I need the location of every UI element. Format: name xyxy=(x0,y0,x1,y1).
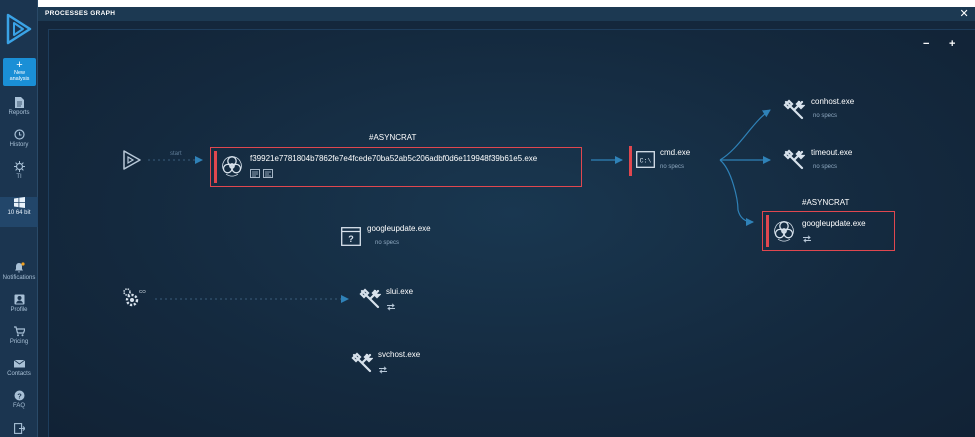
cmd-process-name: cmd.exe xyxy=(660,148,691,157)
sidebar-item-faq[interactable]: ? FAQ xyxy=(0,390,38,418)
googleupdate-process-name: googleupdate.exe xyxy=(802,219,866,228)
googleupdate-noinfo-process-name: googleupdate.exe xyxy=(367,224,431,233)
unknown-window-icon[interactable]: ? xyxy=(341,227,361,246)
start-edge-label: start xyxy=(170,151,182,157)
new-analysis-label-line2: analysis xyxy=(9,76,30,82)
windows-icon xyxy=(13,197,25,208)
anyrun-logo-icon[interactable] xyxy=(4,12,34,46)
tools-icon[interactable] xyxy=(783,149,805,171)
main-process-name: f39921e7781804b7862fe7e4fcede70ba52ab5c2… xyxy=(250,154,538,163)
sidebar-item-label: History xyxy=(9,142,29,148)
sidebar-item-label: Reports xyxy=(8,110,30,116)
googleupdate-noinfo-process-specs: no specs xyxy=(375,240,400,246)
sidebar-item-notifications[interactable]: Notifications xyxy=(0,262,38,290)
sidebar-item-label: FAQ xyxy=(12,403,25,409)
main-process-node[interactable] xyxy=(210,147,582,187)
network-arrows-icon xyxy=(379,366,387,374)
network-arrows-icon xyxy=(803,235,811,243)
process-specs-icons xyxy=(250,169,273,178)
main-process-tag: #ASYNCRAT xyxy=(369,133,417,142)
sidebar-item-label: Notifications xyxy=(2,275,36,281)
cart-icon xyxy=(13,326,25,337)
zoom-in-button[interactable]: + xyxy=(949,38,955,50)
cmd-process-specs: no specs xyxy=(660,164,685,170)
sidebar-item-contacts[interactable]: Contacts xyxy=(0,358,38,386)
timeout-process-name: timeout.exe xyxy=(811,148,853,157)
close-icon[interactable]: ✕ xyxy=(959,8,969,20)
sidebar-item-pricing[interactable]: Pricing xyxy=(0,326,38,354)
history-icon xyxy=(13,129,25,140)
terminal-icon[interactable]: C:\ xyxy=(636,151,655,168)
sidebar-item-profile[interactable]: Profile xyxy=(0,294,38,322)
service-gears-icon[interactable]: COM xyxy=(122,287,146,309)
tools-icon[interactable] xyxy=(783,99,805,121)
svg-text:COM: COM xyxy=(139,289,146,294)
sidebar-item-label: TI xyxy=(16,174,22,180)
timeout-process-specs: no specs xyxy=(813,164,838,170)
bell-icon xyxy=(14,262,25,273)
network-arrows-icon xyxy=(387,303,395,311)
sidebar-item-os[interactable]: 10 64 bit xyxy=(0,197,38,227)
page-title: PROCESSES GRAPH xyxy=(45,10,116,17)
graph-header: PROCESSES GRAPH ✕ xyxy=(38,7,975,21)
tools-icon[interactable] xyxy=(351,352,373,374)
sidebar-item-reports[interactable]: Reports xyxy=(0,97,38,125)
sidebar-item-ti[interactable]: TI xyxy=(0,161,38,189)
biohazard-icon xyxy=(774,221,794,242)
sidebar-item-label: Pricing xyxy=(9,339,29,345)
document-icon xyxy=(15,97,24,108)
svchost-process-name: svchost.exe xyxy=(378,350,421,359)
conhost-process-specs: no specs xyxy=(813,113,838,119)
sidebar-item-logout[interactable] xyxy=(0,423,38,437)
svg-text:C:\: C:\ xyxy=(640,157,652,164)
slui-process-name: slui.exe xyxy=(386,287,414,296)
svg-text:?: ? xyxy=(17,391,22,400)
tools-icon[interactable] xyxy=(359,288,381,310)
question-icon: ? xyxy=(14,390,24,401)
threat-indicator-bar xyxy=(214,151,217,183)
threat-indicator-bar xyxy=(766,215,769,247)
logout-icon xyxy=(13,423,25,434)
biohazard-icon xyxy=(222,156,242,177)
new-analysis-button[interactable]: + New analysis xyxy=(3,58,36,86)
conhost-process-name: conhost.exe xyxy=(811,97,855,106)
sidebar-item-label: 10 64 bit xyxy=(7,210,31,216)
svg-text:?: ? xyxy=(348,234,354,244)
sidebar-item-label: Contacts xyxy=(7,371,31,377)
threat-indicator-bar xyxy=(629,146,632,176)
sidebar-item-label: Profile xyxy=(10,307,28,313)
sidebar: + New analysis Reports History TI 10 64 … xyxy=(0,0,38,437)
start-play-icon[interactable] xyxy=(122,150,142,170)
profile-icon xyxy=(14,294,24,305)
mail-icon xyxy=(13,359,25,368)
sidebar-item-history[interactable]: History xyxy=(0,129,38,157)
threat-intel-icon xyxy=(13,161,25,172)
googleupdate-process-tag: #ASYNCRAT xyxy=(802,198,850,207)
plus-icon: + xyxy=(16,59,23,71)
zoom-out-button[interactable]: − xyxy=(923,38,929,50)
